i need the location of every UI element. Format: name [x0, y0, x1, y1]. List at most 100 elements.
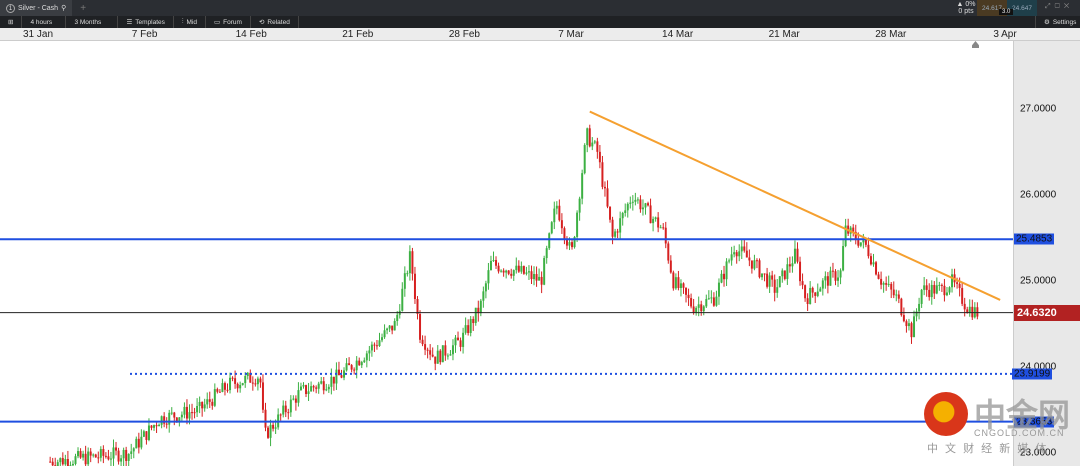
chart-toolbar: ⊞ 4 hours 3 Months ☰ Templates ⫶ Mid ▭ Foru… [0, 16, 1080, 28]
tab-silver-cash[interactable]: 1 Silver - Cash ⚲ [0, 0, 73, 16]
candle-body [59, 458, 62, 463]
candle-body [553, 208, 556, 223]
candle-body [393, 321, 396, 331]
candle-body [611, 219, 614, 237]
candle-body [408, 251, 411, 274]
candle-body [153, 425, 156, 428]
candle-body [867, 244, 870, 257]
candle-body [530, 271, 533, 280]
candle-body [616, 231, 619, 233]
candle-body [104, 455, 107, 457]
candle-body [540, 276, 543, 285]
candle-body [786, 264, 789, 279]
candle-body [920, 289, 923, 304]
candle-body [254, 383, 257, 385]
candle-body [783, 270, 786, 279]
date-tick: 28 Feb [448, 29, 480, 40]
settings-button[interactable]: ⚙ Settings [1035, 16, 1080, 28]
candle-body [289, 399, 292, 413]
candle-body [274, 427, 277, 429]
candle-body [910, 323, 913, 338]
candle-body [517, 265, 520, 272]
add-tab-button[interactable]: + [72, 3, 94, 14]
mid-button[interactable]: ⫶ Mid [174, 16, 207, 28]
candle-body [563, 228, 566, 239]
candle-body [464, 325, 467, 333]
search-icon[interactable]: ⚲ [61, 4, 66, 12]
candle-body [730, 254, 733, 261]
candle-body [168, 412, 171, 425]
candle-body [484, 283, 487, 292]
candle-body [842, 246, 845, 271]
candle-body [571, 242, 574, 248]
candle-body [758, 260, 761, 278]
candle-body [659, 227, 662, 229]
candle-body [221, 383, 224, 392]
candle-body [107, 456, 110, 460]
candle-body [705, 299, 708, 307]
candle-body [578, 198, 581, 213]
interval-select[interactable]: 4 hours [22, 16, 67, 28]
range-select[interactable]: 3 Months [66, 16, 119, 28]
candle-body [92, 454, 95, 456]
candle-body [454, 337, 457, 346]
candle-body [872, 262, 875, 265]
candle-body [363, 360, 366, 363]
candle-body [191, 412, 194, 414]
window-controls[interactable]: ⤢▢✕ [1045, 3, 1073, 11]
templates-button[interactable]: ☰ Templates [118, 16, 174, 28]
candle-body [831, 270, 834, 272]
candle-body [403, 273, 406, 289]
candle-body [588, 128, 591, 147]
candle-body [140, 436, 143, 448]
candle-body [223, 383, 226, 390]
candle-body [925, 285, 928, 290]
price-chart[interactable] [0, 41, 1013, 466]
candle-body [821, 280, 824, 289]
candle-body [421, 339, 424, 345]
tab-number: 1 [6, 3, 15, 13]
candle-body [231, 377, 234, 379]
candle-body [781, 270, 784, 277]
candle-body [652, 218, 655, 224]
candle-body [644, 203, 647, 208]
candle-body [657, 217, 660, 228]
candle-body [449, 354, 452, 356]
candle-body [502, 270, 505, 273]
date-tick: 28 Mar [875, 29, 907, 40]
related-button[interactable]: ⟲ Related [251, 16, 299, 28]
candle-body [198, 401, 201, 406]
layout-icon[interactable]: ⊞ [0, 16, 23, 28]
candle-body [320, 381, 323, 384]
candle-body [185, 406, 188, 419]
candle-body [487, 270, 490, 284]
date-tick: 31 Jan [22, 29, 54, 40]
candle-body [796, 248, 799, 262]
candle-body [606, 188, 609, 207]
candle-body [132, 448, 135, 452]
candle-body [373, 344, 376, 346]
candle-body [715, 296, 718, 306]
candle-body [593, 141, 596, 143]
watermark-url: CNGOLD.COM.CN [974, 428, 1065, 438]
date-axis: 31 Jan 7 Feb 14 Feb 21 Feb 28 Feb 7 Mar 14 Mar… [0, 28, 1080, 41]
gear-icon: ⚙ [1044, 19, 1050, 26]
candle-body [337, 369, 340, 376]
candle-body [766, 273, 769, 287]
candle-body [196, 405, 199, 413]
candle-body [928, 289, 931, 298]
candle-body [165, 423, 168, 425]
forum-button[interactable]: ▭ Forum [206, 16, 251, 28]
comment-icon: ▭ [214, 19, 221, 26]
candle-body [251, 382, 254, 384]
candle-body [416, 299, 419, 315]
candle-body [391, 325, 394, 331]
candle-body [667, 243, 670, 261]
candle-body [74, 456, 77, 464]
candle-body [353, 369, 356, 371]
candle-body [892, 289, 895, 296]
candle-body [439, 350, 442, 363]
candle-body [226, 389, 229, 391]
candle-body [457, 337, 460, 341]
candle-body [753, 260, 756, 269]
